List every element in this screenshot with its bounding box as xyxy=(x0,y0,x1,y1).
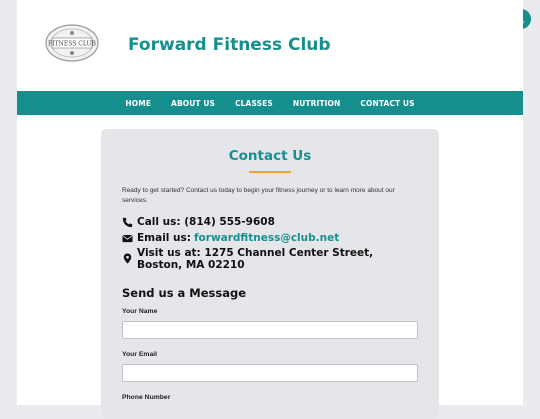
contact-card: Contact Us Ready to get started? Contact… xyxy=(101,129,439,419)
nav-item-nutrition[interactable]: NUTRITION xyxy=(283,99,351,108)
email-field-label: Your Email xyxy=(122,351,157,358)
nav-item-home[interactable]: HOME xyxy=(115,99,161,108)
email-line: Email us: forwardfitness@club.net xyxy=(122,232,339,244)
phone-icon xyxy=(122,217,133,228)
name-label: Your Name xyxy=(122,308,158,315)
call-text: Call us: (814) 555-9608 xyxy=(137,216,275,228)
nav-item-classes[interactable]: CLASSES xyxy=(225,99,283,108)
site-title[interactable]: Forward Fitness Club xyxy=(128,35,331,55)
contact-intro: Ready to get started? Contact us today t… xyxy=(122,187,395,204)
email-input[interactable] xyxy=(122,364,418,382)
phone-label: Phone Number xyxy=(122,394,171,401)
form-heading: Send us a Message xyxy=(122,286,247,300)
email-label: Email us: xyxy=(137,232,191,244)
visit-line: Visit us at: 1275 Channel Center Street,… xyxy=(122,247,418,271)
nav-item-about-us[interactable]: ABOUT US xyxy=(161,99,225,108)
email-link[interactable]: forwardfitness@club.net xyxy=(194,232,339,244)
site-header: FITNESS CLUB Forward Fitness Club xyxy=(17,0,523,91)
page-container: FITNESS CLUB Forward Fitness Club HOME A… xyxy=(17,0,523,419)
title-underline xyxy=(249,171,291,173)
name-input[interactable] xyxy=(122,321,418,339)
main-nav: HOME ABOUT US CLASSES NUTRITION CONTACT … xyxy=(17,91,523,115)
call-line: Call us: (814) 555-9608 xyxy=(122,216,275,228)
visit-text: Visit us at: 1275 Channel Center Street,… xyxy=(137,247,374,271)
map-marker-icon xyxy=(123,253,132,264)
nav-item-contact-us[interactable]: CONTACT US xyxy=(350,99,424,108)
contact-title: Contact Us xyxy=(228,148,312,164)
envelope-icon xyxy=(122,235,133,243)
club-logo[interactable]: FITNESS CLUB xyxy=(44,23,100,63)
logo-text: FITNESS CLUB xyxy=(48,41,96,48)
